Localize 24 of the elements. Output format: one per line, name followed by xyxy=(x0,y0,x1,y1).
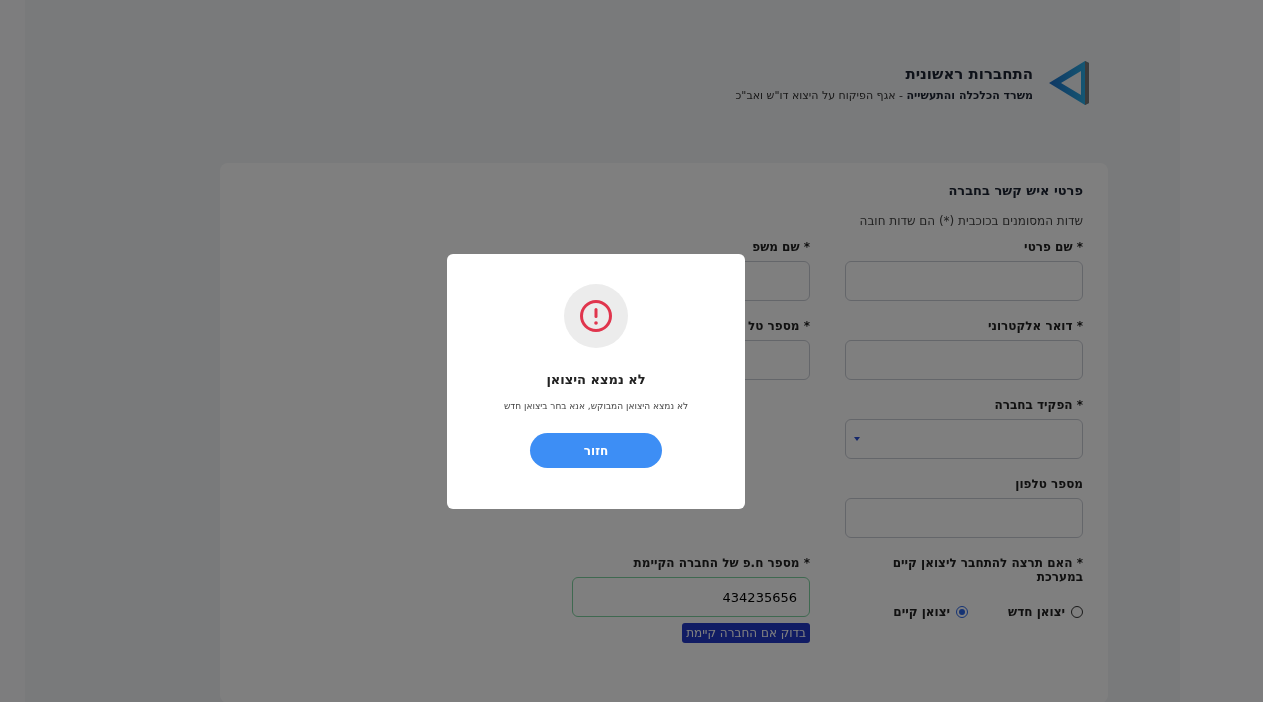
text-field[interactable] xyxy=(845,340,1083,380)
radio-label[interactable]: יצואן חדש xyxy=(1008,605,1065,619)
field-label: * שם פרטי xyxy=(1024,240,1083,254)
text-field[interactable] xyxy=(845,261,1083,301)
field-label: * האם תרצה להתחבר ליצואן קיים במערכת xyxy=(891,556,1083,584)
page-title: התחברות ראשונית xyxy=(904,64,1033,83)
company-id-field[interactable]: 434235656 xyxy=(572,577,810,617)
form-title: פרטי איש קשר בחברה xyxy=(947,183,1083,198)
field-label: * דואר אלקטרוני xyxy=(987,319,1083,333)
field-label: * הפקיד בחברה xyxy=(994,398,1083,412)
field-label: * שם משפ xyxy=(752,240,810,254)
dialog-title: לא נמצא היצואן xyxy=(546,372,646,387)
check-company-button[interactable]: בדוק אם החברה קיימת xyxy=(682,623,810,643)
required-fields-note: שדות המסומנים בכוכבית (*) הם שדות חובה xyxy=(858,214,1083,228)
field-label: * מספר טל xyxy=(748,319,810,333)
radio-label[interactable]: יצואן קיים xyxy=(893,605,951,619)
field-label: * מספר ח.פ של החברה הקיימת xyxy=(633,556,810,570)
caret-icon xyxy=(854,437,860,441)
select-field[interactable] xyxy=(845,419,1083,459)
dialog-message: לא נמצא היצואן המבוקש, אנא בחר ביצואן חדש xyxy=(503,401,689,411)
text-field[interactable] xyxy=(845,498,1083,538)
page-subtitle: משרד הכלכלה והתעשייה - אגף הפיקוח על היצוא דו"ש ואב"כ xyxy=(735,88,1033,102)
field-label: מספר טלפון xyxy=(1015,477,1083,491)
back-button[interactable]: חזור xyxy=(530,433,662,468)
